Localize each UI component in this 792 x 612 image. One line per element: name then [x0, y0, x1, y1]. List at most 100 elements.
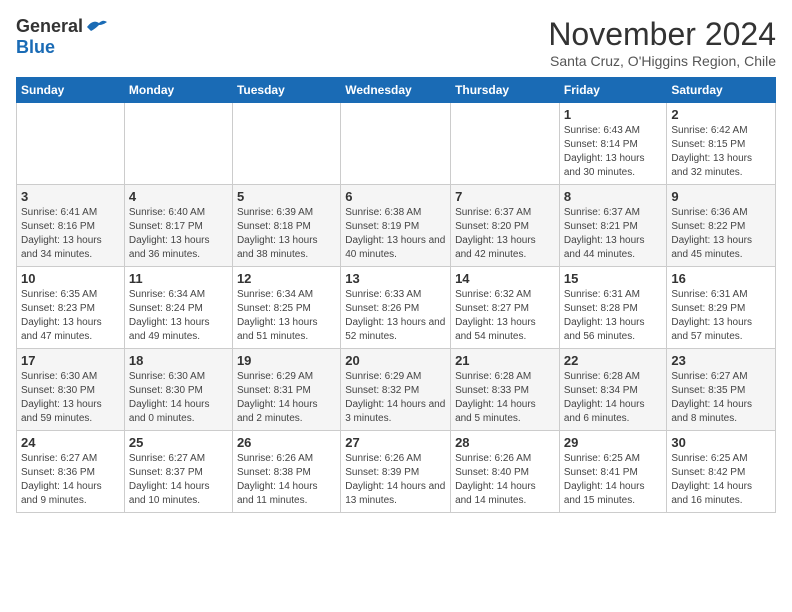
day-info: Sunrise: 6:27 AM Sunset: 8:35 PM Dayligh… [671, 370, 771, 426]
calendar-week-row: 24 Sunrise: 6:27 AM Sunset: 8:36 PM Dayli… [17, 431, 776, 513]
day-info: Sunrise: 6:28 AM Sunset: 8:34 PM Dayligh… [564, 370, 663, 426]
day-number: 25 [129, 435, 228, 450]
day-info: Sunrise: 6:33 AM Sunset: 8:26 PM Dayligh… [345, 288, 446, 344]
calendar-cell: 8 Sunrise: 6:37 AM Sunset: 8:21 PM Daylig… [559, 185, 667, 267]
day-number: 24 [21, 435, 120, 450]
calendar-cell [17, 103, 125, 185]
calendar-cell [232, 103, 340, 185]
weekday-header: Monday [124, 78, 232, 103]
page-header: General Blue November 2024 Santa Cruz, O… [16, 16, 776, 69]
calendar-cell: 15Sunrise: 6:31 AM Sunset: 8:28 PM Dayli… [559, 267, 667, 349]
calendar-cell: 28 Sunrise: 6:26 AM Sunset: 8:40 PM Dayli… [451, 431, 560, 513]
day-info: Sunrise: 6:39 AM Sunset: 8:18 PM Dayligh… [237, 206, 336, 262]
calendar-cell: 23Sunrise: 6:27 AM Sunset: 8:35 PM Dayli… [667, 349, 776, 431]
calendar-cell: 22 Sunrise: 6:28 AM Sunset: 8:34 PM Dayli… [559, 349, 667, 431]
calendar-cell: 14Sunrise: 6:32 AM Sunset: 8:27 PM Dayli… [451, 267, 560, 349]
calendar-table: SundayMondayTuesdayWednesdayThursdayFrid… [16, 77, 776, 513]
day-number: 2 [671, 107, 771, 122]
location: Santa Cruz, O'Higgins Region, Chile [548, 53, 776, 69]
day-info: Sunrise: 6:31 AM Sunset: 8:28 PM Dayligh… [564, 288, 663, 344]
day-info: Sunrise: 6:30 AM Sunset: 8:30 PM Dayligh… [21, 370, 120, 426]
weekday-header: Thursday [451, 78, 560, 103]
calendar-cell: 4 Sunrise: 6:40 AM Sunset: 8:17 PM Daylig… [124, 185, 232, 267]
calendar-cell: 21Sunrise: 6:28 AM Sunset: 8:33 PM Dayli… [451, 349, 560, 431]
calendar-cell: 29 Sunrise: 6:25 AM Sunset: 8:41 PM Dayli… [559, 431, 667, 513]
day-number: 9 [671, 189, 771, 204]
day-info: Sunrise: 6:26 AM Sunset: 8:40 PM Dayligh… [455, 452, 555, 508]
logo-blue-text: Blue [16, 37, 55, 58]
calendar-cell: 20 Sunrise: 6:29 AM Sunset: 8:32 PM Dayli… [341, 349, 451, 431]
day-number: 26 [237, 435, 336, 450]
day-info: Sunrise: 6:37 AM Sunset: 8:21 PM Dayligh… [564, 206, 663, 262]
calendar-week-row: 17 Sunrise: 6:30 AM Sunset: 8:30 PM Dayli… [17, 349, 776, 431]
day-info: Sunrise: 6:36 AM Sunset: 8:22 PM Dayligh… [671, 206, 771, 262]
calendar-week-row: 3 Sunrise: 6:41 AM Sunset: 8:16 PM Daylig… [17, 185, 776, 267]
calendar-cell: 7 Sunrise: 6:37 AM Sunset: 8:20 PM Daylig… [451, 185, 560, 267]
calendar-cell: 30Sunrise: 6:25 AM Sunset: 8:42 PM Dayli… [667, 431, 776, 513]
day-number: 17 [21, 353, 120, 368]
logo-bird-icon [85, 17, 109, 37]
day-number: 3 [21, 189, 120, 204]
weekday-header: Wednesday [341, 78, 451, 103]
header-row: SundayMondayTuesdayWednesdayThursdayFrid… [17, 78, 776, 103]
calendar-cell: 2 Sunrise: 6:42 AM Sunset: 8:15 PM Daylig… [667, 103, 776, 185]
calendar-cell: 1Sunrise: 6:43 AM Sunset: 8:14 PM Daylig… [559, 103, 667, 185]
calendar-cell [124, 103, 232, 185]
day-number: 18 [129, 353, 228, 368]
calendar-header: SundayMondayTuesdayWednesdayThursdayFrid… [17, 78, 776, 103]
day-info: Sunrise: 6:41 AM Sunset: 8:16 PM Dayligh… [21, 206, 120, 262]
calendar-week-row: 1Sunrise: 6:43 AM Sunset: 8:14 PM Daylig… [17, 103, 776, 185]
day-info: Sunrise: 6:26 AM Sunset: 8:39 PM Dayligh… [345, 452, 446, 508]
day-number: 5 [237, 189, 336, 204]
day-info: Sunrise: 6:38 AM Sunset: 8:19 PM Dayligh… [345, 206, 446, 262]
day-info: Sunrise: 6:25 AM Sunset: 8:42 PM Dayligh… [671, 452, 771, 508]
calendar-cell [341, 103, 451, 185]
title-block: November 2024 Santa Cruz, O'Higgins Regi… [548, 16, 776, 69]
calendar-week-row: 10Sunrise: 6:35 AM Sunset: 8:23 PM Dayli… [17, 267, 776, 349]
day-info: Sunrise: 6:27 AM Sunset: 8:37 PM Dayligh… [129, 452, 228, 508]
day-info: Sunrise: 6:29 AM Sunset: 8:31 PM Dayligh… [237, 370, 336, 426]
day-number: 20 [345, 353, 446, 368]
day-info: Sunrise: 6:27 AM Sunset: 8:36 PM Dayligh… [21, 452, 120, 508]
calendar-cell: 10Sunrise: 6:35 AM Sunset: 8:23 PM Dayli… [17, 267, 125, 349]
weekday-header: Tuesday [232, 78, 340, 103]
weekday-header: Friday [559, 78, 667, 103]
day-info: Sunrise: 6:31 AM Sunset: 8:29 PM Dayligh… [671, 288, 771, 344]
day-info: Sunrise: 6:25 AM Sunset: 8:41 PM Dayligh… [564, 452, 663, 508]
day-info: Sunrise: 6:29 AM Sunset: 8:32 PM Dayligh… [345, 370, 446, 426]
day-info: Sunrise: 6:28 AM Sunset: 8:33 PM Dayligh… [455, 370, 555, 426]
day-number: 6 [345, 189, 446, 204]
day-number: 12 [237, 271, 336, 286]
day-info: Sunrise: 6:30 AM Sunset: 8:30 PM Dayligh… [129, 370, 228, 426]
calendar-cell: 16Sunrise: 6:31 AM Sunset: 8:29 PM Dayli… [667, 267, 776, 349]
day-info: Sunrise: 6:37 AM Sunset: 8:20 PM Dayligh… [455, 206, 555, 262]
day-number: 13 [345, 271, 446, 286]
calendar-cell: 5 Sunrise: 6:39 AM Sunset: 8:18 PM Daylig… [232, 185, 340, 267]
calendar-cell: 9 Sunrise: 6:36 AM Sunset: 8:22 PM Daylig… [667, 185, 776, 267]
calendar-cell: 19Sunrise: 6:29 AM Sunset: 8:31 PM Dayli… [232, 349, 340, 431]
calendar-cell: 12 Sunrise: 6:34 AM Sunset: 8:25 PM Dayli… [232, 267, 340, 349]
day-number: 1 [564, 107, 663, 122]
month-year: November 2024 [548, 16, 776, 53]
day-number: 11 [129, 271, 228, 286]
day-number: 27 [345, 435, 446, 450]
day-info: Sunrise: 6:42 AM Sunset: 8:15 PM Dayligh… [671, 124, 771, 180]
calendar-cell: 18 Sunrise: 6:30 AM Sunset: 8:30 PM Dayli… [124, 349, 232, 431]
day-number: 28 [455, 435, 555, 450]
day-info: Sunrise: 6:32 AM Sunset: 8:27 PM Dayligh… [455, 288, 555, 344]
day-info: Sunrise: 6:34 AM Sunset: 8:25 PM Dayligh… [237, 288, 336, 344]
day-number: 29 [564, 435, 663, 450]
calendar-body: 1Sunrise: 6:43 AM Sunset: 8:14 PM Daylig… [17, 103, 776, 513]
day-number: 4 [129, 189, 228, 204]
day-info: Sunrise: 6:35 AM Sunset: 8:23 PM Dayligh… [21, 288, 120, 344]
weekday-header: Sunday [17, 78, 125, 103]
day-info: Sunrise: 6:34 AM Sunset: 8:24 PM Dayligh… [129, 288, 228, 344]
calendar-cell: 27 Sunrise: 6:26 AM Sunset: 8:39 PM Dayli… [341, 431, 451, 513]
day-info: Sunrise: 6:40 AM Sunset: 8:17 PM Dayligh… [129, 206, 228, 262]
calendar-cell: 26Sunrise: 6:26 AM Sunset: 8:38 PM Dayli… [232, 431, 340, 513]
day-number: 7 [455, 189, 555, 204]
calendar-cell: 17 Sunrise: 6:30 AM Sunset: 8:30 PM Dayli… [17, 349, 125, 431]
day-number: 8 [564, 189, 663, 204]
day-number: 22 [564, 353, 663, 368]
calendar-cell: 24 Sunrise: 6:27 AM Sunset: 8:36 PM Dayli… [17, 431, 125, 513]
